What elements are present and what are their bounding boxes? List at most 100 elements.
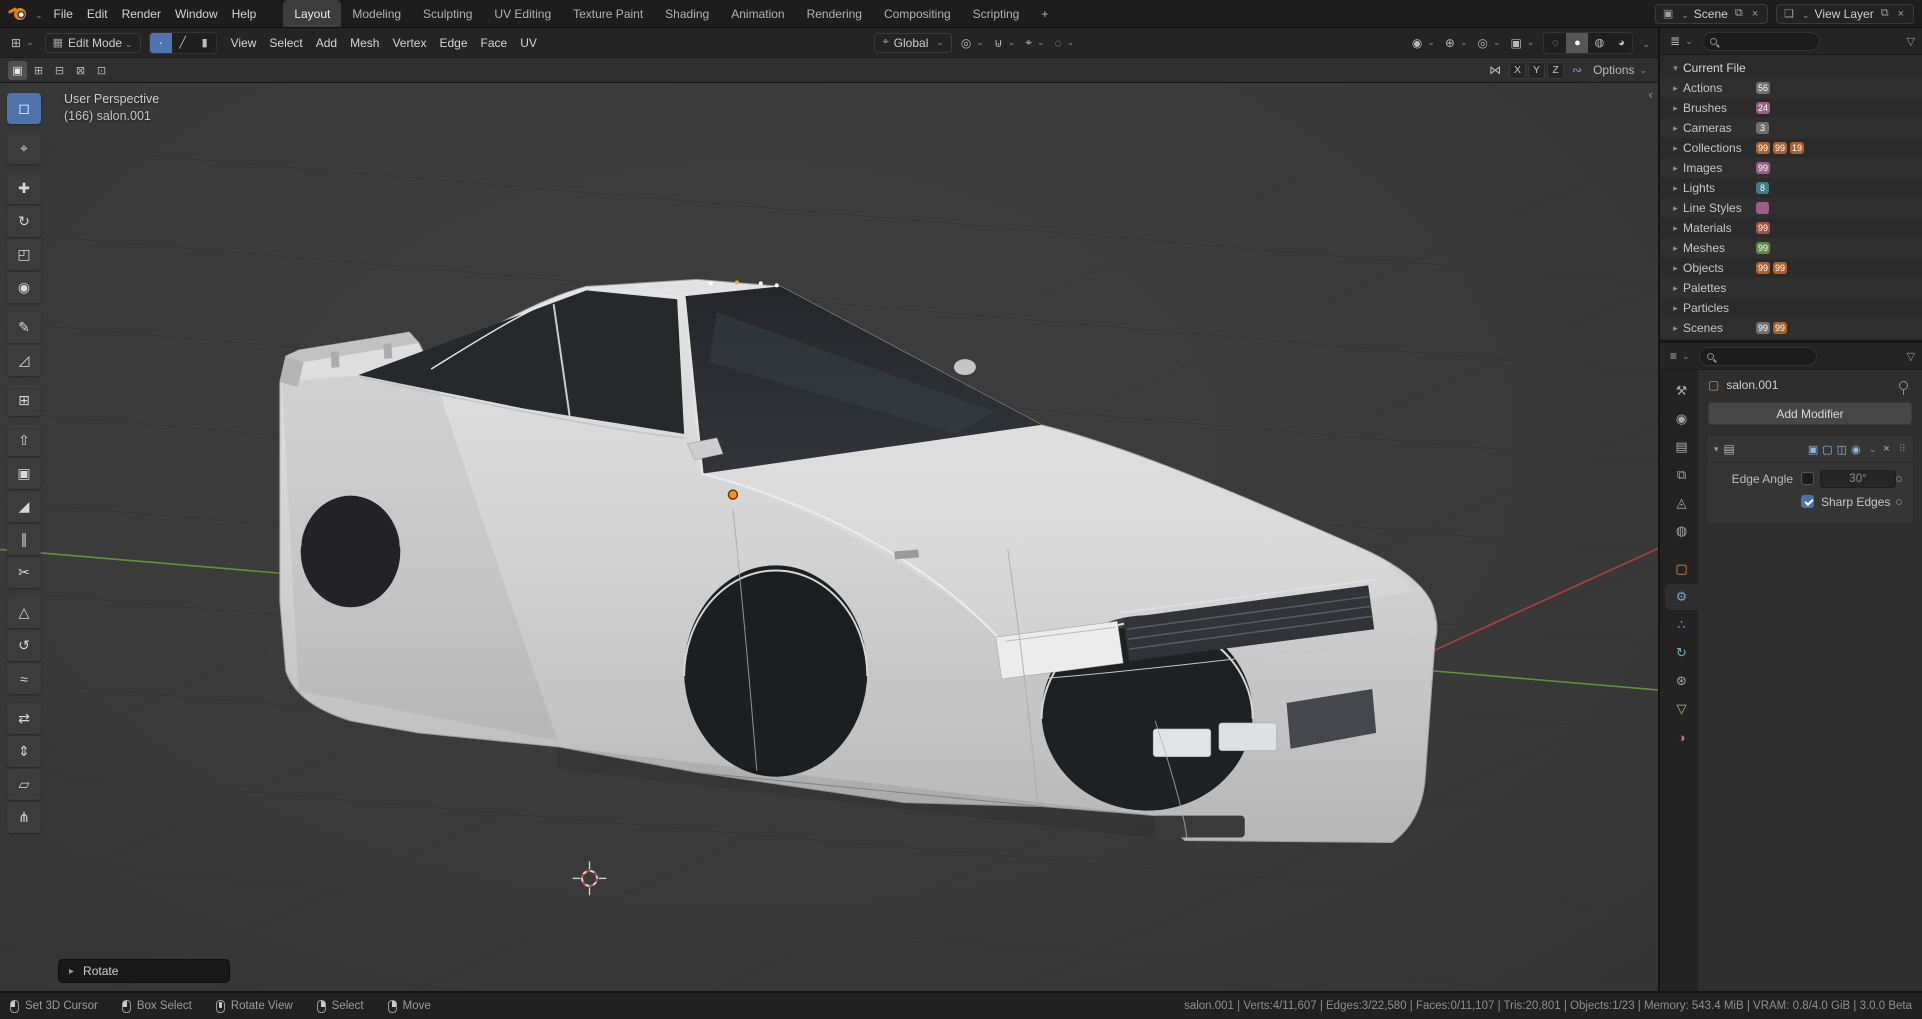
expand-triangle-icon[interactable]: ▸: [1668, 323, 1683, 334]
new-view-layer-button[interactable]: ⧉: [1879, 7, 1891, 20]
viewport-menu-item[interactable]: Face: [475, 34, 514, 52]
modifier-display-toggle[interactable]: ◉: [1851, 443, 1861, 456]
outliner-root-row[interactable]: ▾ Current File: [1660, 58, 1922, 78]
view-layer-selector[interactable]: ❏ View Layer ⧉ ×: [1776, 3, 1914, 24]
view-layer-name[interactable]: View Layer: [1815, 7, 1874, 21]
select-mode-button[interactable]: ∙: [149, 32, 172, 53]
unlink-scene-button[interactable]: ×: [1750, 8, 1760, 20]
outliner-row[interactable]: ▸ Actions 56: [1660, 78, 1922, 98]
viewport-menu-item[interactable]: Vertex: [386, 34, 432, 52]
header-dropdown-button[interactable]: ⊍: [991, 34, 1018, 51]
app-menu-chevron-icon[interactable]: [32, 7, 43, 21]
select-mode-button[interactable]: ╱: [172, 33, 194, 53]
viewport-menu-item[interactable]: UV: [514, 34, 543, 52]
modifier-display-toggle[interactable]: ▢: [1822, 443, 1832, 456]
header-toggle-button[interactable]: ▣: [1508, 35, 1538, 51]
select-op-button[interactable]: ▣: [8, 60, 27, 80]
view-layer-browse-chevron-icon[interactable]: [1799, 7, 1810, 21]
mirror-axis-button[interactable]: Z: [1547, 61, 1565, 79]
workspace-tab[interactable]: UV Editing: [483, 0, 562, 27]
editor-type-button[interactable]: ⊞: [8, 35, 37, 51]
modifier-display-toggle[interactable]: ◫: [1837, 443, 1847, 456]
modifier-display-toggle[interactable]: ▣: [1808, 443, 1818, 456]
header-toggle-button[interactable]: ◉: [1409, 35, 1438, 51]
tool-button[interactable]: ◰: [7, 239, 41, 270]
tool-button[interactable]: ▣: [7, 458, 41, 489]
properties-tab[interactable]: ◬: [1665, 490, 1698, 516]
scene-browse-chevron-icon[interactable]: [1678, 7, 1689, 21]
tool-button[interactable]: ↺: [7, 630, 41, 661]
pin-icon[interactable]: [1899, 380, 1908, 395]
workspace-tab[interactable]: Sculpting: [412, 0, 483, 27]
tool-button[interactable]: ◉: [7, 272, 41, 303]
transform-orientation-dropdown[interactable]: ⌖ Global: [874, 32, 952, 53]
select-op-button[interactable]: ⊠: [71, 61, 90, 80]
viewport-menu-item[interactable]: Edge: [433, 34, 473, 52]
tool-button[interactable]: △: [7, 597, 41, 628]
properties-tab[interactable]: ⊛: [1665, 668, 1698, 694]
workspace-tab[interactable]: Shading: [654, 0, 720, 27]
header-dropdown-button[interactable]: ◌: [1052, 34, 1078, 51]
shading-mode-button[interactable]: ◕: [1610, 33, 1632, 53]
outliner-row[interactable]: ▸ Cameras 3: [1660, 118, 1922, 138]
outliner-row[interactable]: ▸ Particles: [1660, 298, 1922, 318]
properties-search-input[interactable]: [1698, 346, 1817, 366]
modifier-drag-handle-icon[interactable]: ⠿: [1899, 444, 1906, 455]
properties-tab[interactable]: ↻: [1665, 640, 1698, 666]
operator-panel[interactable]: ▸ Rotate: [58, 959, 230, 983]
tool-button[interactable]: ↻: [7, 206, 41, 237]
remove-view-layer-button[interactable]: ×: [1896, 8, 1906, 20]
expand-triangle-icon[interactable]: ▸: [1668, 203, 1683, 214]
workspace-tab[interactable]: Texture Paint: [562, 0, 654, 27]
properties-tab[interactable]: ⧉: [1665, 462, 1698, 488]
outliner-search-input[interactable]: [1701, 31, 1820, 51]
shading-mode-button[interactable]: ●: [1566, 32, 1589, 53]
menu-item[interactable]: Window: [168, 5, 225, 23]
viewport-menu-item[interactable]: Select: [263, 34, 308, 52]
expand-triangle-icon[interactable]: ▸: [1668, 283, 1683, 294]
expand-triangle-icon[interactable]: ▸: [1668, 143, 1683, 154]
tool-button[interactable]: ⇧: [7, 425, 41, 456]
workspace-tab[interactable]: Animation: [720, 0, 795, 27]
decorate-dot-icon[interactable]: [1896, 475, 1902, 482]
properties-tab[interactable]: ◑: [1665, 724, 1698, 750]
edge-angle-checkbox[interactable]: [1801, 472, 1814, 485]
select-mode-button[interactable]: ▮: [194, 33, 216, 53]
outliner-editor-type-button[interactable]: ≣: [1667, 33, 1696, 49]
blender-logo-icon[interactable]: [8, 7, 26, 21]
header-dropdown-button[interactable]: ◎: [958, 34, 987, 51]
expand-triangle-icon[interactable]: ▸: [1668, 223, 1683, 234]
tool-button[interactable]: ▱: [7, 769, 41, 800]
modifier-header[interactable]: ▾ ▤ ▣ ▢ ◫ ◉ × ⠿: [1707, 436, 1913, 462]
expand-triangle-icon[interactable]: ▸: [1668, 123, 1683, 134]
expand-triangle-icon[interactable]: ▸: [1668, 163, 1683, 174]
outliner-row[interactable]: ▸ Materials 99: [1660, 218, 1922, 238]
mode-dropdown[interactable]: ▦ Edit Mode: [44, 32, 141, 53]
properties-tab[interactable]: ⚒: [1665, 378, 1698, 404]
breadcrumb-object-name[interactable]: salon.001: [1726, 378, 1778, 392]
edge-angle-value-field[interactable]: 30°: [1820, 469, 1896, 488]
properties-editor-type-button[interactable]: ≡: [1667, 348, 1693, 364]
outliner-row[interactable]: ▸ Lights 8: [1660, 178, 1922, 198]
scene-selector[interactable]: ▣ Scene ⧉ ×: [1654, 3, 1769, 24]
tool-button[interactable]: ⋔: [7, 802, 41, 833]
header-dropdown-button[interactable]: ⌖: [1022, 34, 1047, 51]
outliner-row[interactable]: ▸ Scenes 99 99: [1660, 318, 1922, 338]
viewport-canvas[interactable]: User Perspective (166) salon.001 ◻ ⌖ ✚ ↻ ◰ ◉ ✎…: [0, 83, 1658, 991]
expand-triangle-icon[interactable]: ▸: [1668, 103, 1683, 114]
scene-name[interactable]: Scene: [1694, 7, 1728, 21]
properties-tab[interactable]: ▢: [1665, 556, 1698, 582]
shading-options-chevron-icon[interactable]: [1639, 36, 1650, 50]
tool-button[interactable]: ⇕: [7, 736, 41, 767]
new-scene-button[interactable]: ⧉: [1733, 7, 1745, 20]
tool-button[interactable]: ⊞: [7, 385, 41, 416]
tool-options-dropdown[interactable]: Options: [1590, 62, 1650, 78]
tool-button[interactable]: ✂: [7, 557, 41, 588]
outliner-row[interactable]: ▸ Collections 99 99 19: [1660, 138, 1922, 158]
expand-triangle-icon[interactable]: ▸: [1668, 183, 1683, 194]
outliner-row[interactable]: ▸ Objects 99 99: [1660, 258, 1922, 278]
select-op-button[interactable]: ⊟: [50, 61, 69, 80]
collapse-triangle-icon[interactable]: ▾: [1668, 63, 1683, 74]
expand-triangle-icon[interactable]: ▸: [1668, 263, 1683, 274]
select-op-button[interactable]: ⊡: [92, 61, 111, 80]
